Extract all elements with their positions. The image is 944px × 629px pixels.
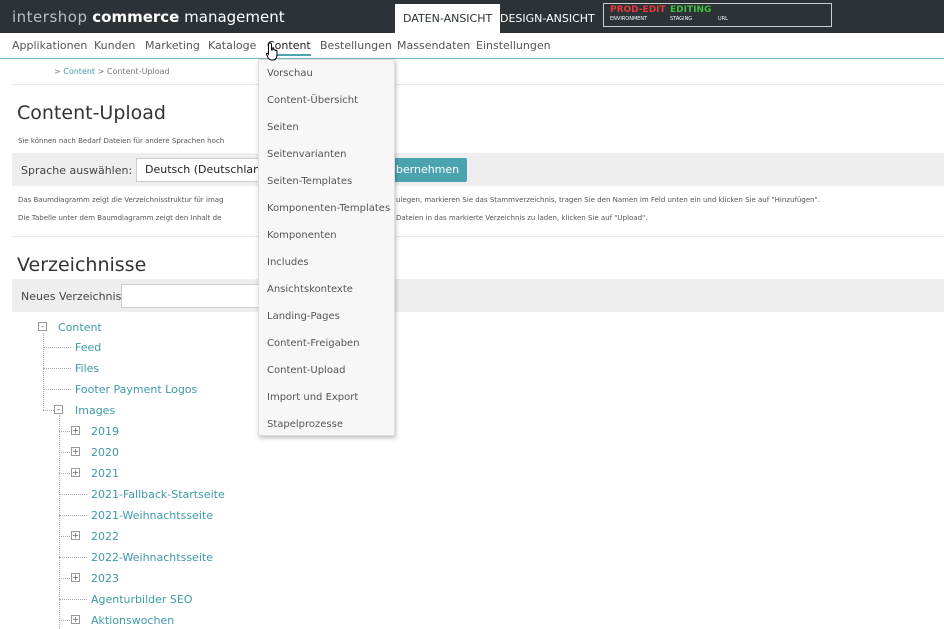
nav-kunden[interactable]: Kunden xyxy=(94,39,135,52)
logo-brand: intershop xyxy=(12,8,88,26)
tree-node-2023[interactable]: 2023 xyxy=(91,572,119,585)
menu-item-seiten-templates[interactable]: Seiten-Templates xyxy=(267,176,352,187)
nav-bestellungen[interactable]: Bestellungen xyxy=(320,39,392,52)
tree-line xyxy=(59,415,60,629)
menu-item-komponenten[interactable]: Komponenten xyxy=(267,230,337,241)
tree-node-2022-weihnachtsseite[interactable]: 2022-Weihnachtsseite xyxy=(91,551,213,564)
tree-line xyxy=(59,473,70,474)
tree-node-2021[interactable]: 2021 xyxy=(91,467,119,480)
environment-box: PROD-EDIT EDITING ENVIRONMENT STAGING UR… xyxy=(603,3,832,27)
tree-line xyxy=(43,368,71,369)
data-view-tab[interactable]: DATEN-ANSICHT xyxy=(395,4,501,33)
tree-line xyxy=(59,620,70,621)
tree-node-2019[interactable]: 2019 xyxy=(91,425,119,438)
expand-icon[interactable]: + xyxy=(71,447,80,456)
new-directory-bar: Neues Verzeichnis: xyxy=(12,279,944,312)
breadcrumb: > Content > Content-Upload xyxy=(54,67,170,76)
menu-item-stapelprozesse[interactable]: Stapelprozesse xyxy=(267,419,343,430)
menu-item-includes[interactable]: Includes xyxy=(267,257,309,268)
tree-node-2022[interactable]: 2022 xyxy=(91,530,119,543)
tree-node-images[interactable]: Images xyxy=(75,404,115,417)
menu-item-komponenten-templates[interactable]: Komponenten-Templates xyxy=(267,203,390,214)
info-text-2-end: Dateien in das markierte Verzeichnis zu … xyxy=(396,214,648,222)
expand-icon[interactable]: + xyxy=(71,573,80,582)
design-view-tab[interactable]: DESIGN-ANSICHT xyxy=(492,4,603,33)
main-nav: Applikationen Kunden Marketing Kataloge … xyxy=(0,33,944,59)
new-directory-input[interactable] xyxy=(121,284,271,308)
collapse-icon[interactable]: - xyxy=(38,322,47,331)
tree-line xyxy=(59,557,87,558)
section-title-directories: Verzeichnisse xyxy=(17,254,147,276)
tree-node-feed[interactable]: Feed xyxy=(75,341,101,354)
language-bar: Sprache auswählen: Deutsch (Deutschland)… xyxy=(12,153,944,186)
top-bar: intershop commerce management DATEN-ANSI… xyxy=(0,0,944,33)
language-select[interactable]: Deutsch (Deutschland) xyxy=(136,158,276,182)
tree-line xyxy=(59,494,87,495)
expand-icon[interactable]: + xyxy=(71,468,80,477)
menu-item-vorschau[interactable]: Vorschau xyxy=(267,68,313,79)
expand-icon[interactable]: + xyxy=(71,531,80,540)
staging-value: EDITING xyxy=(670,5,712,15)
environment-value: PROD-EDIT xyxy=(610,5,666,15)
menu-item-content-uebersicht[interactable]: Content-Übersicht xyxy=(267,95,358,106)
staging-label: STAGING xyxy=(670,16,693,22)
tree-line xyxy=(59,578,70,579)
tree-line xyxy=(43,333,44,410)
menu-item-ansichtskontexte[interactable]: Ansichtskontexte xyxy=(267,284,353,295)
tree-line xyxy=(59,536,70,537)
menu-item-seiten[interactable]: Seiten xyxy=(267,122,299,133)
tree-line xyxy=(43,410,54,411)
breadcrumb-current: Content-Upload xyxy=(106,67,170,76)
tree-node-agenturbilder-seo[interactable]: Agenturbilder SEO xyxy=(91,593,193,606)
divider xyxy=(12,236,944,237)
menu-item-content-freigaben[interactable]: Content-Freigaben xyxy=(267,338,360,349)
logo-commerce: commerce xyxy=(92,8,180,26)
nav-marketing[interactable]: Marketing xyxy=(145,39,200,52)
tree-node-2021-weihnachtsseite[interactable]: 2021-Weihnachtsseite xyxy=(91,509,213,522)
expand-icon[interactable]: + xyxy=(71,615,80,624)
breadcrumb-sep: > xyxy=(54,67,61,76)
expand-icon[interactable]: + xyxy=(71,426,80,435)
menu-item-landing-pages[interactable]: Landing-Pages xyxy=(267,311,340,322)
breadcrumb-sep: > xyxy=(97,67,105,76)
tree-node-content[interactable]: Content xyxy=(58,321,102,334)
url-label: URL xyxy=(718,16,728,22)
tree-line xyxy=(43,389,71,390)
tree-line xyxy=(59,599,87,600)
info-text-1-end: ulegen, markieren Sie das Stammverzeichn… xyxy=(396,196,820,204)
language-label: Sprache auswählen: xyxy=(21,164,133,177)
tree-line xyxy=(59,431,70,432)
logo-management: management xyxy=(184,8,285,26)
tree-line xyxy=(43,347,71,348)
tree-node-files[interactable]: Files xyxy=(75,362,99,375)
upload-note: Sie können nach Bedarf Dateien für ander… xyxy=(18,137,225,145)
info-text-1: Das Baumdiagramm zeigt die Verzeichnisst… xyxy=(18,196,224,204)
app-logo[interactable]: intershop commerce management xyxy=(12,8,285,26)
tree-node-2021-fallback[interactable]: 2021-Fallback-Startseite xyxy=(91,488,225,501)
menu-item-import-export[interactable]: Import und Export xyxy=(267,392,358,403)
content-dropdown-menu: Vorschau Content-Übersicht Seiten Seiten… xyxy=(258,59,395,436)
environment-label: ENVIRONMENT xyxy=(610,16,648,22)
tree-line xyxy=(59,452,70,453)
tree-node-aktionswochen[interactable]: Aktionswochen xyxy=(91,614,174,627)
info-text-2: Die Tabelle unter dem Baumdiagramm zeigt… xyxy=(18,214,222,222)
nav-kataloge[interactable]: Kataloge xyxy=(208,39,256,52)
tree-node-footer-payment-logos[interactable]: Footer Payment Logos xyxy=(75,383,197,396)
new-directory-label: Neues Verzeichnis: xyxy=(21,290,126,303)
nav-applikationen[interactable]: Applikationen xyxy=(12,39,87,52)
nav-einstellungen[interactable]: Einstellungen xyxy=(476,39,551,52)
hand-cursor-icon xyxy=(266,42,278,61)
tree-node-2020[interactable]: 2020 xyxy=(91,446,119,459)
nav-massendaten[interactable]: Massendaten xyxy=(397,39,470,52)
page-title: Content-Upload xyxy=(17,102,166,124)
breadcrumb-content[interactable]: Content xyxy=(63,67,95,76)
menu-item-content-upload[interactable]: Content-Upload xyxy=(267,365,345,376)
collapse-icon[interactable]: - xyxy=(54,405,63,414)
tree-line xyxy=(59,515,87,516)
divider xyxy=(12,84,944,85)
menu-item-seitenvarianten[interactable]: Seitenvarianten xyxy=(267,149,347,160)
